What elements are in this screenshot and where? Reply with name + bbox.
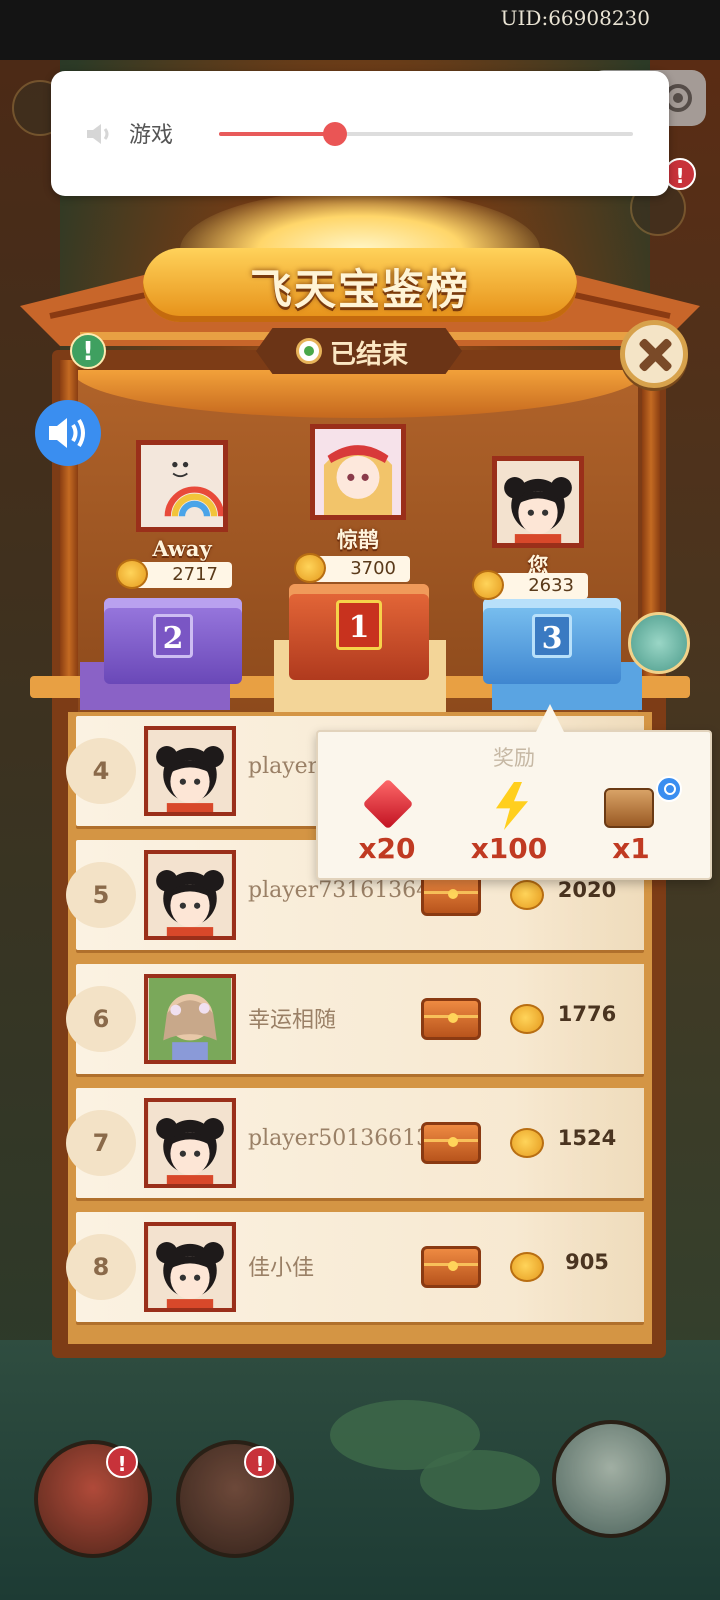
player-name: 佳小佳: [248, 1256, 315, 1281]
podium-score: 2633: [472, 570, 588, 600]
photo-avatar-image: [149, 978, 231, 1060]
rank-badge: 2: [153, 614, 193, 658]
character-button[interactable]: [176, 1440, 294, 1558]
table-row[interactable]: 6 幸运相随 1776: [66, 964, 644, 1074]
player-name: 幸运相随: [248, 1008, 337, 1033]
podium-name: 惊鹊: [337, 527, 379, 552]
podium-score: 2717: [116, 559, 232, 589]
reward-quantity: x100: [470, 832, 548, 865]
score-value: 2717: [172, 564, 218, 585]
score-value: 3700: [350, 558, 396, 579]
magnifier-icon[interactable]: [656, 776, 682, 802]
ruby-gem-icon: [362, 778, 414, 830]
avatar[interactable]: [310, 424, 406, 520]
anime-girl-avatar-image: [315, 429, 401, 515]
teapot-button[interactable]: [552, 1420, 670, 1538]
rank-badge: 1: [336, 600, 382, 650]
mascot-icon: [628, 612, 690, 674]
speaker-icon: [49, 418, 85, 448]
rank-number: 5: [66, 862, 136, 928]
event-status: 已结束: [330, 340, 409, 370]
volume-label: 游戏: [129, 123, 174, 148]
uid-label: UID:66908230: [500, 6, 650, 30]
score-value: 2633: [528, 575, 574, 596]
cloud-coin-icon: [510, 1004, 544, 1034]
rank-badge: 3: [532, 614, 572, 658]
volume-fill: [219, 132, 335, 136]
score-value: 1776: [557, 1002, 617, 1026]
speaker-icon[interactable]: [85, 121, 115, 147]
cloud-coin-icon: [294, 553, 326, 583]
table-row[interactable]: 8 佳小佳 905: [66, 1212, 644, 1322]
avatar[interactable]: [144, 850, 236, 940]
reward-item[interactable]: x100: [454, 782, 564, 872]
podium-chest-2[interactable]: 2: [104, 598, 242, 684]
player-name: player: [248, 754, 319, 779]
lightning-energy-icon: [496, 782, 528, 830]
player-avatar-image: [149, 854, 231, 936]
leaf-icon: [296, 338, 322, 364]
reward-chest-icon[interactable]: [421, 998, 481, 1040]
reward-quantity: x20: [358, 832, 416, 865]
avatar[interactable]: [144, 1222, 236, 1312]
score-value: 1524: [557, 1126, 617, 1150]
podium-chest-1[interactable]: 1: [289, 584, 429, 680]
alert-badge: !: [244, 1446, 276, 1478]
status-plaque: 已结束: [256, 328, 462, 374]
podium-score: 3700: [294, 553, 410, 583]
player-avatar-image: [497, 461, 579, 543]
status-bar: UID:66908230: [0, 0, 720, 60]
reward-item[interactable]: x1: [576, 776, 686, 872]
reward-chest-icon[interactable]: [421, 1246, 481, 1288]
player-name: player73161364: [248, 878, 431, 903]
info-button[interactable]: !: [70, 333, 106, 369]
cloud-coin-icon: [510, 1252, 544, 1282]
reward-title: 奖励: [493, 746, 535, 770]
player-avatar-image: [149, 730, 231, 812]
reward-item[interactable]: x20: [332, 778, 442, 872]
player-avatar-image: [149, 1226, 231, 1308]
alert-badge: !: [106, 1446, 138, 1478]
cloud-coin-icon: [510, 880, 544, 910]
player-name: player50136613: [248, 1126, 431, 1151]
podium-name: Away: [152, 536, 212, 561]
podium-chest-3[interactable]: 3: [483, 598, 621, 684]
score-value: 2020: [557, 878, 617, 902]
avatar[interactable]: [492, 456, 584, 548]
volume-slider[interactable]: [219, 122, 633, 146]
reward-chest-icon[interactable]: [421, 874, 481, 916]
rank-number: 6: [66, 986, 136, 1052]
table-row[interactable]: 7 player50136613 1524: [66, 1088, 644, 1198]
rainbow-avatar-image: [141, 445, 223, 527]
player-avatar-image: [149, 1102, 231, 1184]
rank-number: 7: [66, 1110, 136, 1176]
cloud-coin-icon: [510, 1128, 544, 1158]
volume-knob[interactable]: [322, 122, 347, 146]
reward-chest-icon[interactable]: [421, 1122, 481, 1164]
score-value: 905: [565, 1250, 609, 1274]
lily-pad: [420, 1450, 540, 1510]
reward-popup: 奖励 x20 x100 x1: [316, 704, 712, 880]
close-button[interactable]: [620, 320, 688, 388]
rank-number: 4: [66, 738, 136, 804]
avatar[interactable]: [144, 726, 236, 816]
avatar[interactable]: [144, 974, 236, 1064]
rank-number: 8: [66, 1234, 136, 1300]
volume-panel: 游戏: [51, 71, 669, 196]
title-banner: 飞天宝鉴榜: [143, 248, 577, 322]
treasure-chest-icon: [604, 788, 654, 828]
cloud-coin-icon: [472, 570, 504, 600]
reward-quantity: x1: [612, 832, 650, 865]
leaderboard-title: 飞天宝鉴榜: [249, 265, 470, 314]
avatar[interactable]: [144, 1098, 236, 1188]
cloud-coin-icon: [116, 559, 148, 589]
avatar[interactable]: [136, 440, 228, 532]
sound-toggle-button[interactable]: [35, 400, 101, 466]
